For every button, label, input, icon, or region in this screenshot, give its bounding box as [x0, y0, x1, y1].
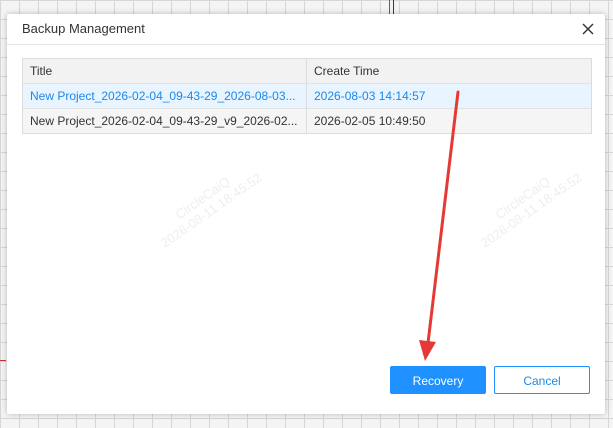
table-row[interactable]: New Project_2026-02-04_09-43-29_v9_2026-…	[23, 109, 591, 133]
watermark-line: 2026-08-11 18:45:52	[157, 169, 265, 251]
row-create-time: 2026-02-05 10:49:50	[314, 114, 426, 128]
recovery-button[interactable]: Recovery	[390, 366, 486, 394]
watermark: CircleCaiQ 2026-08-11 18:45:52	[469, 157, 585, 251]
dialog-header: Backup Management	[7, 14, 605, 45]
column-header-title[interactable]: Title	[23, 59, 307, 83]
cancel-button[interactable]: Cancel	[494, 366, 590, 394]
row-title: New Project_2026-02-04_09-43-29_2026-08-…	[23, 84, 307, 108]
watermark: CircleCaiQ 2026-08-11 18:45:52	[149, 157, 265, 251]
dialog-title: Backup Management	[22, 21, 145, 36]
table-header-row: Title Create Time	[23, 59, 591, 84]
table-row[interactable]: New Project_2026-02-04_09-43-29_2026-08-…	[23, 84, 591, 109]
row-title: New Project_2026-02-04_09-43-29_v9_2026-…	[23, 109, 307, 133]
background-guide-line	[0, 360, 6, 361]
close-icon[interactable]	[579, 20, 597, 38]
watermark-line: 2026-08-11 18:45:52	[477, 169, 585, 251]
background-guide-line	[393, 0, 394, 14]
background-guide-line	[389, 0, 390, 14]
backup-table: Title Create Time New Project_2026-02-04…	[22, 58, 592, 134]
watermark-line: CircleCaiQ	[172, 173, 233, 223]
backup-management-dialog: Backup Management Title Create Time New …	[7, 14, 605, 414]
column-header-create-time[interactable]: Create Time	[307, 59, 591, 83]
watermark-line: CircleCaiQ	[492, 173, 553, 223]
row-create-time: 2026-08-03 14:14:57	[314, 89, 426, 103]
